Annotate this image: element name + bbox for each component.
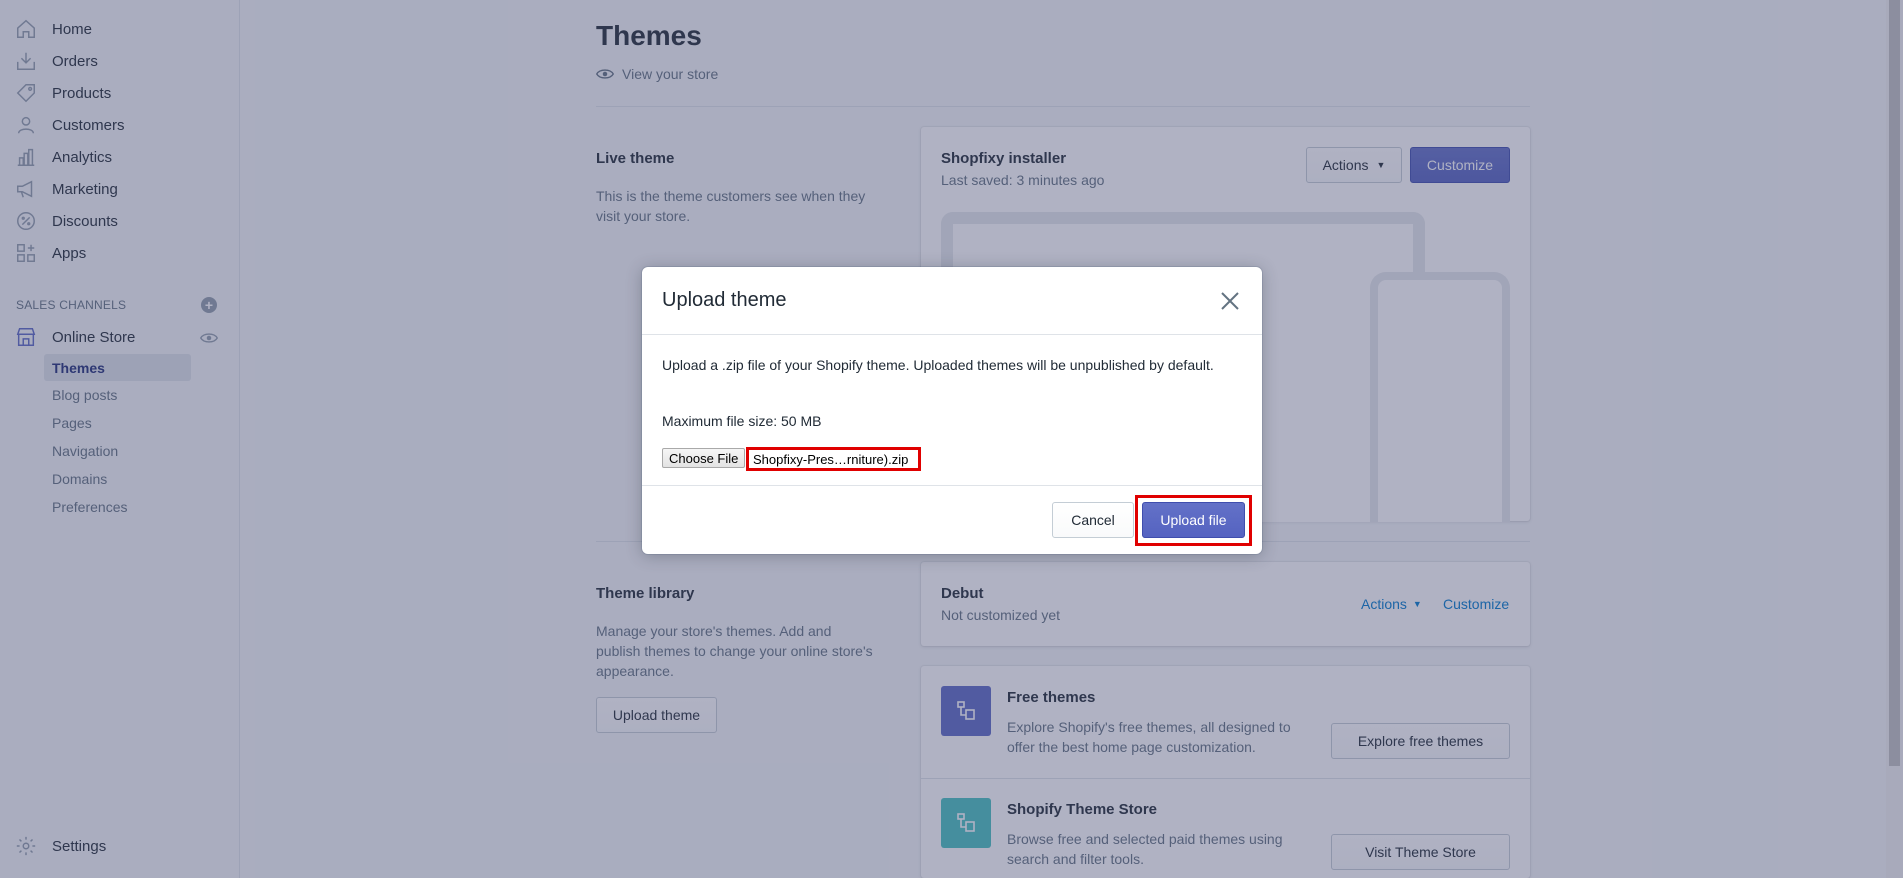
selected-file-name: Shopfixy-Pres…rniture).zip xyxy=(746,447,921,471)
modal-title: Upload theme xyxy=(662,289,787,311)
modal-header: Upload theme xyxy=(642,267,1262,335)
upload-theme-modal: Upload theme Upload a .zip file of your … xyxy=(642,267,1262,554)
close-icon[interactable] xyxy=(1218,289,1242,313)
modal-description: Upload a .zip file of your Shopify theme… xyxy=(662,357,1214,373)
max-file-size: Maximum file size: 50 MB xyxy=(662,413,822,429)
modal-footer-divider xyxy=(642,485,1262,486)
cancel-button[interactable]: Cancel xyxy=(1052,502,1134,538)
choose-file-button[interactable]: Choose File xyxy=(662,448,746,468)
upload-file-button[interactable]: Upload file xyxy=(1142,502,1245,538)
